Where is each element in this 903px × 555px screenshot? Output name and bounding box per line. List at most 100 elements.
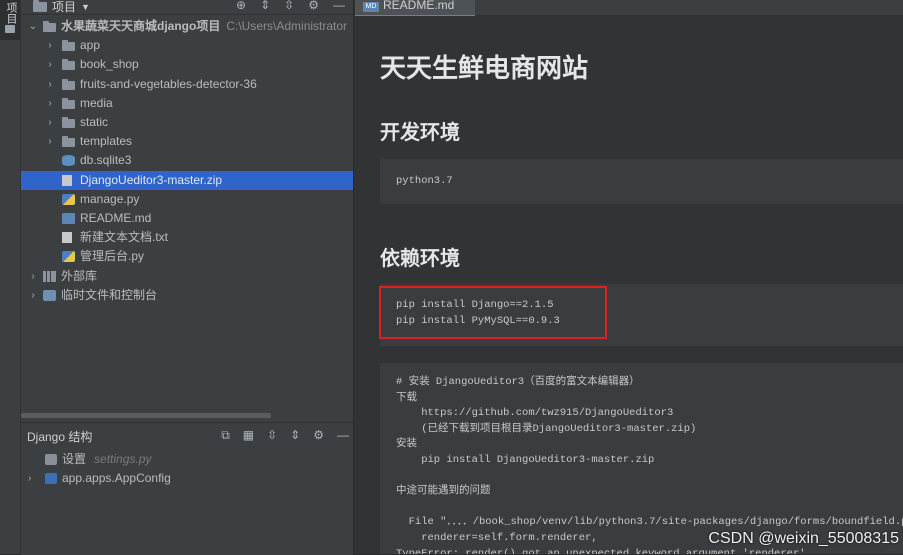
code-line: https://github.com/twz915/DjangoUeditor3 xyxy=(396,407,674,420)
group-icon[interactable]: ▦ xyxy=(243,428,254,443)
project-tool-tab-label: 项目 xyxy=(5,2,17,24)
lib-icon xyxy=(43,270,56,282)
expand-all-icon[interactable]: ⇳ xyxy=(267,428,277,443)
chevron-right-icon[interactable]: › xyxy=(45,113,55,132)
folder-icon xyxy=(62,136,75,148)
tree-item-label: db.sqlite3 xyxy=(80,153,132,168)
code-line: (已经下载到项目根目录DjangoUeditor3-master.zip) xyxy=(396,422,697,435)
new-icon[interactable]: ⧉ xyxy=(221,428,230,443)
chevron-right-icon[interactable]: › xyxy=(28,469,31,488)
project-panel-header: 项目 ▼ ⊕ ⇕ ⇳ ⚙ — xyxy=(21,0,353,15)
folder-icon xyxy=(62,78,75,90)
watermark: CSDN @weixin_55008315 xyxy=(708,530,899,547)
db-icon xyxy=(62,155,75,167)
tree-item-md[interactable]: README.md xyxy=(21,209,353,228)
folder-icon xyxy=(5,25,15,33)
editor-area: MD README.md 天天生鲜电商网站 开发环境 python3.7 依赖环… xyxy=(354,0,903,554)
tree-item-root[interactable]: ⌄ 水果蔬菜天天商城django项目 C:\Users\Administrator xyxy=(21,17,353,36)
structure-panel: Django 结构 ⧉ ▦ ⇳ ⇕ ⚙ — 设置 settings.py › ap… xyxy=(21,422,353,555)
code-line: 安装 xyxy=(396,438,417,451)
chevron-right-icon[interactable]: › xyxy=(45,36,55,55)
md-icon xyxy=(62,213,75,224)
tree-item-folder[interactable]: › templates xyxy=(21,132,353,151)
left-tool-strip: 项目 xyxy=(0,0,21,554)
tree-item-folder[interactable]: › media xyxy=(21,94,353,113)
code-line: File "．．．．/book_shop/venv/lib/python3.7/… xyxy=(396,516,903,529)
tree-item-label: manage.py xyxy=(80,191,140,206)
collapse-all-icon[interactable]: ⇕ xyxy=(260,0,270,12)
structure-item-appconfig[interactable]: › app.apps.AppConfig xyxy=(21,469,353,488)
chevron-right-icon[interactable]: › xyxy=(45,75,55,94)
expand-icon[interactable]: ⇳ xyxy=(284,0,294,12)
horizontal-scrollbar[interactable] xyxy=(21,412,353,419)
class-icon xyxy=(45,473,57,484)
chevron-down-icon[interactable]: ⌄ xyxy=(28,17,38,36)
tree-item-label: book_shop xyxy=(80,57,139,72)
structure-item-settings[interactable]: 设置 settings.py xyxy=(21,450,353,469)
code-line: pip install DjangoUeditor3-master.zip xyxy=(396,454,655,466)
folder-icon xyxy=(62,40,75,52)
gear-icon[interactable]: ⚙ xyxy=(313,428,324,443)
project-tool-tab[interactable]: 项目 xyxy=(0,0,20,40)
settings-icon xyxy=(45,454,57,465)
collapse-all-icon[interactable]: ⇕ xyxy=(290,428,300,443)
zip-icon xyxy=(62,174,72,186)
tree-item-label: 外部库 xyxy=(61,268,98,283)
scrollbar-thumb[interactable] xyxy=(21,413,271,418)
folder-icon xyxy=(62,59,75,71)
code-block-dev-env: python3.7 xyxy=(380,159,903,204)
chevron-down-icon: ▼ xyxy=(81,1,90,12)
section-heading-dev-env: 开发环境 xyxy=(380,120,460,144)
gear-icon[interactable]: ⚙ xyxy=(308,0,319,12)
chevron-right-icon[interactable]: › xyxy=(28,286,38,305)
tree-item-folder[interactable]: › app xyxy=(21,36,353,55)
tree-item-label: media xyxy=(80,95,113,110)
tree-item-py[interactable]: 管理后台.py xyxy=(21,247,353,266)
project-panel: 项目 ▼ ⊕ ⇕ ⇳ ⚙ — ⌄ 水果蔬菜天天商城django项目 C:\Users… xyxy=(21,0,353,555)
editor-tab-bar: MD README.md xyxy=(355,0,903,17)
tree-item-folder[interactable]: › book_shop xyxy=(21,55,353,74)
markdown-icon: MD xyxy=(363,2,379,12)
chevron-right-icon[interactable]: › xyxy=(28,267,38,286)
chevron-right-icon[interactable]: › xyxy=(45,55,55,74)
minimize-icon[interactable]: — xyxy=(337,428,349,443)
structure-item-label: 设置 settings.py xyxy=(62,452,152,466)
folder-icon xyxy=(33,0,47,12)
project-view-selector[interactable]: 项目 ▼ xyxy=(33,0,90,15)
minimize-icon[interactable]: — xyxy=(333,0,345,12)
locate-icon[interactable]: ⊕ xyxy=(236,0,246,12)
tree-item-db[interactable]: db.sqlite3 xyxy=(21,151,353,170)
tree-item-folder[interactable]: › fruits-and-vegetables-detector-36 xyxy=(21,75,353,94)
tree-item-zip[interactable]: DjangoUeditor3-master.zip xyxy=(21,170,353,190)
code-block-install-notes: # 安装 DjangoUeditor3（百度的富文本编辑器） 下载 https:/… xyxy=(380,363,903,554)
tree-item-label: README.md xyxy=(80,211,152,225)
code-line: # 安装 DjangoUeditor3（百度的富文本编辑器） xyxy=(396,376,640,388)
tree-item-lib[interactable]: › 外部库 xyxy=(21,267,353,286)
py-icon xyxy=(62,193,75,205)
tree-item-label: 新建文本文档.txt xyxy=(80,230,169,245)
preview-title: 天天生鲜电商网站 xyxy=(380,54,589,84)
structure-panel-header: Django 结构 ⧉ ▦ ⇳ ⇕ ⚙ — xyxy=(21,423,353,447)
structure-panel-title: Django 结构 xyxy=(27,430,93,444)
tree-item-label: DjangoUeditor3-master.zip xyxy=(80,172,223,187)
tree-item-label: 管理后台.py xyxy=(80,249,145,264)
scratch-icon xyxy=(43,289,56,301)
tab-label: README.md xyxy=(383,0,455,12)
tree-item-label: static xyxy=(80,115,109,129)
tree-item-label: app xyxy=(80,38,101,53)
folder-icon xyxy=(43,21,56,32)
tab-readme[interactable]: MD README.md xyxy=(355,0,475,17)
tree-item-txt[interactable]: 新建文本文档.txt xyxy=(21,228,353,247)
chevron-right-icon[interactable]: › xyxy=(45,94,55,113)
tree-item-label: templates xyxy=(80,134,133,149)
code-line: 中途可能遇到的问题 xyxy=(396,485,491,498)
tree-item-py[interactable]: manage.py xyxy=(21,190,353,209)
tree-item-label: 临时文件和控制台 xyxy=(61,287,158,302)
chevron-right-icon[interactable]: › xyxy=(45,132,55,151)
tree-item-label: fruits-and-vegetables-detector-36 xyxy=(80,76,257,91)
code-line: 下载 xyxy=(396,391,417,404)
markdown-preview[interactable]: 天天生鲜电商网站 开发环境 python3.7 依赖环境 pip install… xyxy=(355,16,903,554)
folder-icon xyxy=(62,97,75,109)
tree-item-scratch[interactable]: › 临时文件和控制台 xyxy=(21,286,353,305)
tree-item-folder[interactable]: › static xyxy=(21,113,353,132)
